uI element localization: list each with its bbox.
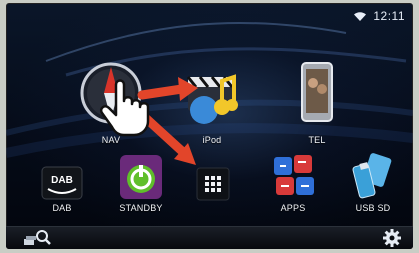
app-standby-label: STANDBY [119, 203, 163, 213]
app-tel[interactable]: TEL [292, 59, 342, 149]
dab-icon: DAB [41, 166, 83, 200]
app-usb-sd-label: USB SD [355, 203, 391, 213]
clock-time: 12:11 [373, 9, 405, 23]
app-apps-label: APPS [280, 203, 306, 213]
svg-text:DAB: DAB [51, 175, 73, 186]
app-nav-label: NAV [101, 135, 121, 145]
app-nav[interactable]: NAV [76, 59, 146, 149]
app-standby[interactable]: STANDBY [116, 151, 166, 219]
wifi-icon [353, 11, 367, 22]
app-ipod[interactable]: iPod [182, 63, 242, 149]
grid-icon [196, 167, 230, 201]
apps-icon [274, 155, 314, 195]
app-usb-sd[interactable]: USB SD [348, 151, 398, 219]
gear-icon [383, 229, 401, 247]
usb-sd-icon [352, 153, 392, 199]
search-icon [24, 230, 51, 245]
all-apps-grid-button[interactable] [196, 167, 230, 201]
source-search-button[interactable] [18, 228, 58, 248]
app-dab-label: DAB [52, 203, 72, 213]
bottom-bar [6, 226, 413, 249]
home-screen: 12:11 NAV iPod TEL DAB DAB STANDBY APPS … [6, 3, 413, 249]
phone-icon [301, 62, 333, 122]
app-dab[interactable]: DAB DAB [40, 163, 84, 219]
status-bar: 12:11 [353, 9, 405, 23]
music-note-icon [186, 74, 238, 124]
settings-button[interactable] [379, 228, 405, 248]
app-apps[interactable]: APPS [268, 151, 318, 219]
device-frame: 12:11 NAV iPod TEL DAB DAB STANDBY APPS … [0, 0, 419, 253]
app-tel-label: TEL [308, 135, 326, 145]
app-ipod-label: iPod [202, 135, 222, 145]
power-icon [120, 155, 162, 199]
compass-icon [80, 62, 142, 124]
